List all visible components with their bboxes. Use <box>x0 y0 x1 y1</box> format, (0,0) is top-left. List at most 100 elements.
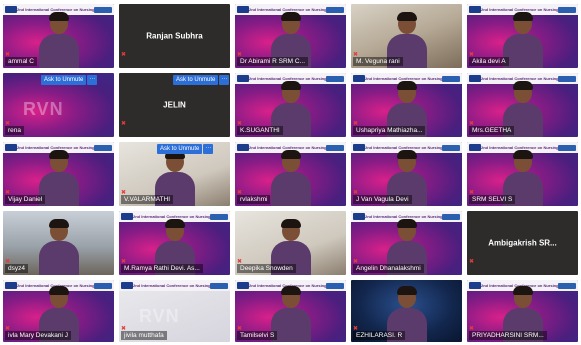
participant-name-center: Ranjan Subhra <box>146 31 203 41</box>
participant-name: K.SUGANTHI <box>237 126 283 135</box>
logo-icon <box>237 282 249 289</box>
participant-tile[interactable]: ✖ Deepika Snowden <box>235 211 346 275</box>
muted-mic-icon: ✖ <box>121 121 127 127</box>
participant-tile[interactable]: Ambigakrish SR... ✖ <box>467 211 578 275</box>
participant-tile[interactable]: RVN Ask to Unmute ··· ✖ rena <box>3 73 114 137</box>
participant-name: Akila devi A <box>469 57 509 66</box>
participant-tile[interactable]: ✖ EZHILARASI. R <box>351 280 462 342</box>
participant-tile[interactable]: JELIN Ask to Unmute ··· ✖ <box>119 73 230 137</box>
video-grid: 2nd International Conference on Nursing … <box>3 4 578 342</box>
logo-icon <box>469 6 481 13</box>
participant-name: SRM SELVI S <box>469 195 516 204</box>
institution-logo-icon <box>442 144 460 151</box>
institution-logo-icon <box>558 6 576 13</box>
participant-name-center: JELIN <box>163 100 186 110</box>
participant-tile[interactable]: 2nd International Conference on Nursing … <box>235 280 346 342</box>
muted-mic-icon: ✖ <box>469 259 475 265</box>
participant-name: J Van Vagula Devi <box>353 195 412 204</box>
watermark-text: RVN <box>139 306 180 326</box>
participant-name: Tamilselvi S <box>237 331 278 340</box>
ask-to-unmute-button[interactable]: Ask to Unmute <box>173 75 219 85</box>
participant-tile[interactable]: 2nd International Conference on Nursing … <box>235 73 346 137</box>
participant-tile[interactable]: ✖ dsyz4 <box>3 211 114 275</box>
unmute-controls: Ask to Unmute ··· <box>173 75 230 85</box>
institution-logo-icon <box>442 75 460 82</box>
participant-name: Angelin Dhanalakshmi <box>353 264 424 273</box>
participant-tile[interactable]: ✖ M. Veguna rani <box>351 4 462 68</box>
institution-logo-icon <box>94 6 112 13</box>
logo-icon <box>237 144 249 151</box>
participant-name: Mrs.GEETHA <box>469 126 515 135</box>
participant-tile[interactable]: 2nd International Conference on Nursing … <box>467 142 578 206</box>
participant-name: M. Veguna rani <box>353 57 403 66</box>
conference-banner: 2nd International Conference on Nursing … <box>119 280 230 291</box>
participant-name: Ushapriya Mathiazha... <box>353 126 426 135</box>
ask-to-unmute-button[interactable]: Ask to Unmute <box>41 75 87 85</box>
participant-video <box>37 217 81 275</box>
participant-tile[interactable]: 2nd International Conference on Nursing … <box>3 142 114 206</box>
institution-logo-icon <box>94 144 112 151</box>
institution-logo-icon <box>558 144 576 151</box>
institution-logo-icon <box>558 75 576 82</box>
participant-tile[interactable]: 2nd International Conference on Nursing … <box>119 280 230 342</box>
logo-icon <box>121 282 133 289</box>
participant-tile[interactable]: 2nd International Conference on Nursing … <box>3 280 114 342</box>
institution-logo-icon <box>326 6 344 13</box>
more-options-button[interactable]: ··· <box>203 144 214 154</box>
participant-name: Deepika Snowden <box>237 264 296 273</box>
watermark-text: RVN <box>23 99 64 119</box>
logo-icon <box>353 213 365 220</box>
participant-tile[interactable]: 2nd International Conference on Nursing … <box>3 4 114 68</box>
participant-tile[interactable]: Ranjan Subhra ✖ <box>119 4 230 68</box>
participant-tile[interactable]: Ask to Unmute ··· ✖ V.VALARMATHI <box>119 142 230 206</box>
participant-video <box>269 148 313 206</box>
logo-icon <box>469 282 481 289</box>
institution-logo-icon <box>558 282 576 289</box>
participant-tile[interactable]: 2nd International Conference on Nursing … <box>467 4 578 68</box>
participant-tile[interactable]: 2nd International Conference on Nursing … <box>467 73 578 137</box>
participant-name: rvlakshmi <box>237 195 271 204</box>
institution-logo-icon <box>326 144 344 151</box>
participant-name: jivila mutthafa <box>121 331 167 340</box>
institution-logo-icon <box>94 282 112 289</box>
participant-tile[interactable]: 2nd International Conference on Nursing … <box>235 142 346 206</box>
participant-name: dsyz4 <box>5 264 28 273</box>
participant-name: ammal C <box>5 57 38 66</box>
logo-icon <box>5 6 17 13</box>
institution-logo-icon <box>210 282 228 289</box>
participant-name: EZHILARASI. R <box>353 331 406 340</box>
more-options-button[interactable]: ··· <box>87 75 98 85</box>
participant-name: Vijay Daniel <box>5 195 46 204</box>
participant-name: M.Ramya Rathi Devi. As... <box>121 264 203 273</box>
participant-tile[interactable]: 2nd International Conference on Nursing … <box>351 211 462 275</box>
institution-logo-icon <box>442 213 460 220</box>
participant-tile[interactable]: 2nd International Conference on Nursing … <box>235 4 346 68</box>
institution-logo-icon <box>326 75 344 82</box>
participant-video <box>37 10 81 68</box>
more-options-button[interactable]: ··· <box>219 75 230 85</box>
participant-tile[interactable]: 2nd International Conference on Nursing … <box>467 280 578 342</box>
participant-tile[interactable]: 2nd International Conference on Nursing … <box>119 211 230 275</box>
logo-icon <box>5 282 17 289</box>
participant-tile[interactable]: 2nd International Conference on Nursing … <box>351 73 462 137</box>
logo-icon <box>469 75 481 82</box>
unmute-controls: Ask to Unmute ··· <box>157 144 214 154</box>
participant-name: Dr Abirami R SRM C... <box>237 57 309 66</box>
muted-mic-icon: ✖ <box>121 52 127 58</box>
logo-icon <box>237 6 249 13</box>
logo-icon <box>237 75 249 82</box>
logo-icon <box>121 213 133 220</box>
ask-to-unmute-button[interactable]: Ask to Unmute <box>157 144 203 154</box>
banner-text: 2nd International Conference on Nursing … <box>133 283 210 288</box>
logo-icon <box>5 144 17 151</box>
participant-tile[interactable]: 2nd International Conference on Nursing … <box>351 142 462 206</box>
participant-name: rena <box>5 126 25 135</box>
unmute-controls: Ask to Unmute ··· <box>41 75 98 85</box>
participant-name: PRIYADHARSINI SRM... <box>469 331 547 340</box>
participant-name: ivla Mary Devakani J <box>5 331 71 340</box>
participant-name-center: Ambigakrish SR... <box>488 238 557 248</box>
logo-icon <box>353 144 365 151</box>
logo-icon <box>469 144 481 151</box>
institution-logo-icon <box>210 213 228 220</box>
participant-name: V.VALARMATHI <box>121 195 174 204</box>
